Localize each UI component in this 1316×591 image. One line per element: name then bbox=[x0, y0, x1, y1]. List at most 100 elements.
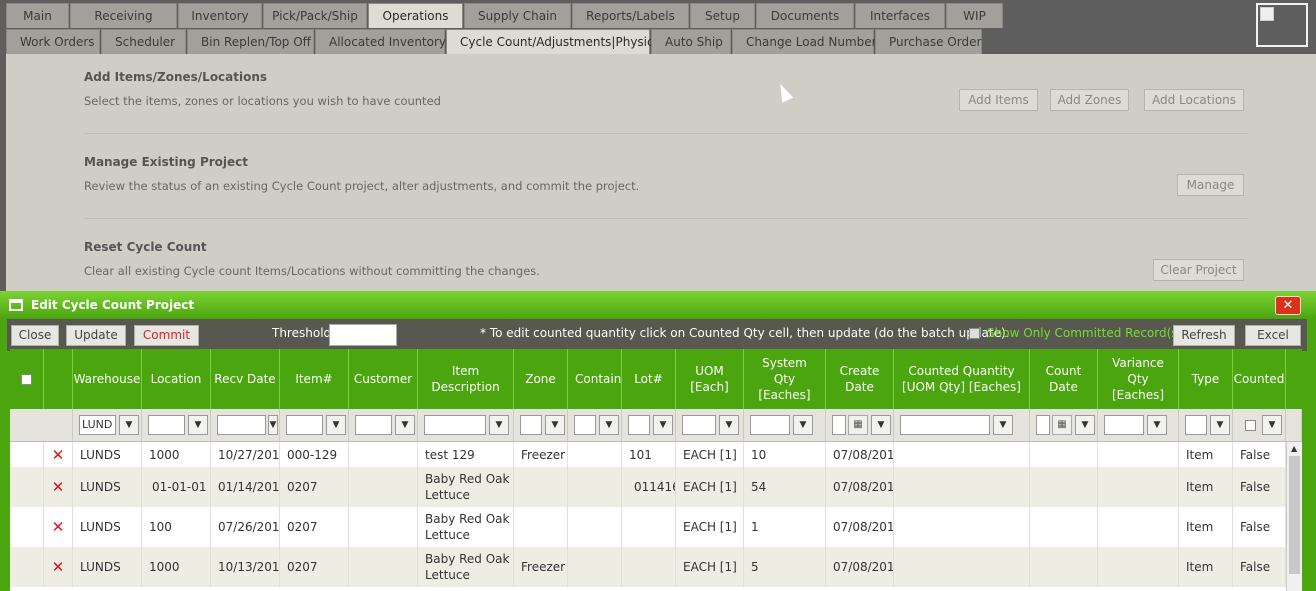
tab-interfaces[interactable]: Interfaces bbox=[855, 3, 945, 28]
uom-filter-input[interactable] bbox=[682, 415, 716, 435]
tab-allocated-inventory[interactable]: Allocated Inventory bbox=[315, 29, 446, 54]
close-button[interactable]: Close bbox=[11, 325, 59, 346]
counted-qty-cell[interactable] bbox=[894, 442, 1030, 467]
column-header[interactable]: System Qty [Eaches] bbox=[744, 349, 826, 409]
lot-filter-input[interactable] bbox=[628, 415, 650, 435]
tab-supply-chain[interactable]: Supply Chain bbox=[464, 3, 571, 28]
add-zones-button[interactable]: Add Zones bbox=[1050, 89, 1129, 111]
excel-button[interactable]: Excel bbox=[1245, 325, 1301, 346]
threshold-input[interactable] bbox=[329, 324, 397, 346]
column-header[interactable]: Counted bbox=[1233, 349, 1286, 409]
update-button[interactable]: Update bbox=[66, 325, 126, 346]
create-date-filter-input[interactable] bbox=[832, 415, 846, 435]
delete-icon[interactable]: ✕ bbox=[44, 442, 73, 467]
counted-qty-cell[interactable] bbox=[894, 547, 1030, 587]
column-header[interactable]: Warehouse bbox=[73, 349, 142, 409]
description-filter-input[interactable] bbox=[424, 415, 486, 435]
filter-icon[interactable]: ▼ bbox=[268, 415, 278, 435]
tab-setup[interactable]: Setup bbox=[690, 3, 755, 28]
filter-icon[interactable]: ▼ bbox=[326, 415, 346, 435]
row-select-cell[interactable] bbox=[10, 467, 44, 507]
tab-documents[interactable]: Documents bbox=[756, 3, 854, 28]
scrollbar-thumb[interactable] bbox=[1289, 456, 1300, 574]
select-all-checkbox[interactable] bbox=[21, 373, 32, 385]
add-locations-button[interactable]: Add Locations bbox=[1144, 89, 1244, 111]
filter-icon[interactable]: ▼ bbox=[395, 415, 415, 435]
filter-icon[interactable]: ▼ bbox=[545, 415, 565, 435]
table-row[interactable]: ✕ LUNDS 01-01-01 01/14/2016 0207 Baby Re… bbox=[10, 467, 1286, 507]
scroll-up-icon[interactable]: ▲ bbox=[1291, 444, 1297, 453]
item-filter-input[interactable] bbox=[286, 415, 323, 435]
filter-icon[interactable]: ▼ bbox=[119, 415, 139, 435]
tab-reports-labels[interactable]: Reports/Labels bbox=[572, 3, 689, 28]
vertical-scrollbar[interactable]: ▲ bbox=[1286, 442, 1302, 591]
row-select-cell[interactable] bbox=[10, 547, 44, 587]
column-header[interactable]: Recv Date bbox=[211, 349, 280, 409]
tab-work-orders[interactable]: Work Orders bbox=[6, 29, 100, 54]
table-row[interactable]: ✕ LUNDS 1000 10/13/2015 0207 Baby Red Oa… bbox=[10, 547, 1286, 587]
delete-icon[interactable]: ✕ bbox=[44, 547, 73, 587]
row-select-cell[interactable] bbox=[10, 507, 44, 547]
tab-main[interactable]: Main bbox=[6, 3, 69, 28]
location-filter-input[interactable] bbox=[148, 415, 185, 435]
tab-scheduler[interactable]: Scheduler bbox=[101, 29, 186, 54]
filter-icon[interactable]: ▼ bbox=[719, 415, 739, 435]
column-header[interactable]: Item# bbox=[280, 349, 349, 409]
filter-icon[interactable]: ▼ bbox=[489, 415, 509, 435]
filter-icon[interactable]: ▼ bbox=[599, 415, 619, 435]
system-qty-filter-input[interactable] bbox=[750, 415, 790, 435]
customer-filter-input[interactable] bbox=[355, 415, 392, 435]
table-row[interactable]: ✕ LUNDS 1000 10/27/2016 000-129 test 129… bbox=[10, 442, 1286, 467]
tab-inventory[interactable]: Inventory bbox=[178, 3, 262, 28]
calendar-icon[interactable]: ▦ bbox=[1052, 415, 1072, 435]
tab-bin-replen[interactable]: Bin Replen/Top Off bbox=[187, 29, 314, 54]
column-header[interactable]: Containe bbox=[568, 349, 622, 409]
filter-icon[interactable]: ▼ bbox=[653, 415, 673, 435]
filter-icon[interactable]: ▼ bbox=[1262, 415, 1282, 435]
column-header[interactable]: Item Description bbox=[418, 349, 514, 409]
container-filter-input[interactable] bbox=[574, 415, 596, 435]
delete-icon[interactable]: ✕ bbox=[44, 467, 73, 507]
filter-icon[interactable]: ▼ bbox=[993, 415, 1013, 435]
counted-qty-cell[interactable] bbox=[894, 507, 1030, 547]
filter-icon[interactable]: ▼ bbox=[1210, 415, 1230, 435]
counted-qty-filter-input[interactable] bbox=[900, 415, 990, 435]
filter-icon[interactable]: ▼ bbox=[871, 415, 891, 435]
show-committed-label[interactable]: Show Only Committed Record(s) bbox=[987, 326, 1182, 340]
clear-project-button[interactable]: Clear Project bbox=[1153, 259, 1244, 281]
tab-pick-pack-ship[interactable]: Pick/Pack/Ship bbox=[263, 3, 367, 28]
column-header[interactable]: Lot# bbox=[622, 349, 676, 409]
column-header[interactable]: Customer bbox=[349, 349, 418, 409]
close-icon[interactable]: ✕ bbox=[1275, 296, 1301, 315]
variance-filter-input[interactable] bbox=[1104, 415, 1144, 435]
refresh-button[interactable]: Refresh bbox=[1173, 325, 1235, 346]
tab-wip[interactable]: WIP bbox=[946, 3, 1003, 28]
filter-icon[interactable]: ▼ bbox=[188, 415, 208, 435]
tab-operations[interactable]: Operations bbox=[368, 3, 463, 28]
show-committed-checkbox[interactable] bbox=[969, 328, 980, 339]
table-row[interactable]: ✕ LUNDS 100 07/26/2015 0207 Baby Red Oak… bbox=[10, 507, 1286, 547]
tab-cycle-count[interactable]: Cycle Count/Adjustments|Physical bbox=[446, 29, 664, 54]
column-header[interactable]: Type bbox=[1179, 349, 1233, 409]
counted-filter-checkbox[interactable] bbox=[1245, 420, 1256, 431]
calendar-icon[interactable]: ▦ bbox=[848, 415, 868, 435]
tab-auto-ship[interactable]: Auto Ship bbox=[651, 29, 731, 54]
filter-icon[interactable]: ▼ bbox=[793, 415, 813, 435]
delete-icon[interactable]: ✕ bbox=[44, 507, 73, 547]
add-items-button[interactable]: Add Items bbox=[959, 89, 1038, 111]
tab-receiving[interactable]: Receiving bbox=[70, 3, 177, 28]
row-select-cell[interactable] bbox=[10, 442, 44, 467]
manage-button[interactable]: Manage bbox=[1177, 174, 1244, 196]
counted-qty-cell[interactable] bbox=[894, 467, 1030, 507]
tab-purchase-order[interactable]: Purchase Order bbox=[875, 29, 982, 54]
count-date-filter-input[interactable] bbox=[1036, 415, 1050, 435]
column-header[interactable]: Create Date bbox=[826, 349, 894, 409]
type-filter-input[interactable] bbox=[1185, 415, 1207, 435]
filter-icon[interactable]: ▼ bbox=[1147, 415, 1167, 435]
column-header[interactable]: Count Date bbox=[1030, 349, 1098, 409]
column-header[interactable]: Variance Qty [Eaches] bbox=[1098, 349, 1179, 409]
column-header[interactable]: Zone bbox=[514, 349, 568, 409]
modal-title-bar[interactable]: Edit Cycle Count Project ✕ bbox=[0, 291, 1316, 319]
recv-date-filter-input[interactable] bbox=[217, 415, 266, 435]
tab-change-load-number[interactable]: Change Load Number bbox=[732, 29, 877, 54]
